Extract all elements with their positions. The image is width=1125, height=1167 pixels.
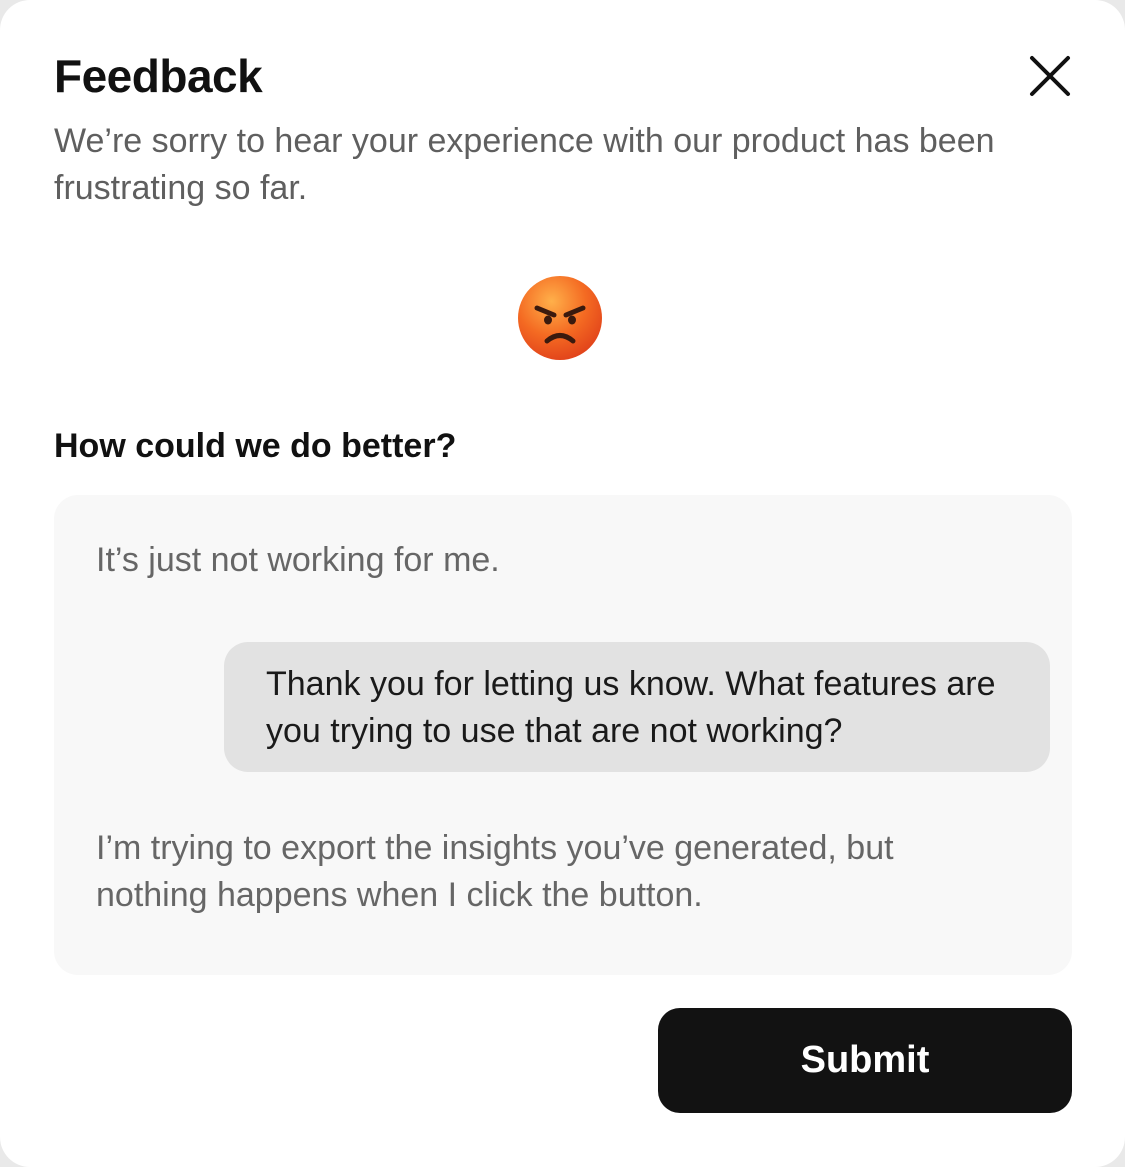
dialog-subtitle: We’re sorry to hear your experience with… bbox=[54, 122, 995, 207]
dialog-title: Feedback bbox=[54, 50, 263, 102]
conversation-panel: It’s just not working for me. Thank you … bbox=[54, 495, 1072, 975]
feedback-dialog: Feedback We’re sorry to hear your experi… bbox=[0, 0, 1125, 1167]
assistant-message-bubble: Thank you for letting us know. What feat… bbox=[224, 642, 1050, 772]
close-button[interactable] bbox=[1024, 50, 1076, 102]
user-message: I’m trying to export the insights you’ve… bbox=[96, 829, 894, 914]
submit-button[interactable]: Submit bbox=[658, 1008, 1072, 1113]
angry-face-icon bbox=[518, 276, 602, 360]
user-message: It’s just not working for me. bbox=[96, 541, 500, 579]
close-icon bbox=[1030, 56, 1070, 96]
question-label: How could we do better? bbox=[54, 427, 457, 465]
